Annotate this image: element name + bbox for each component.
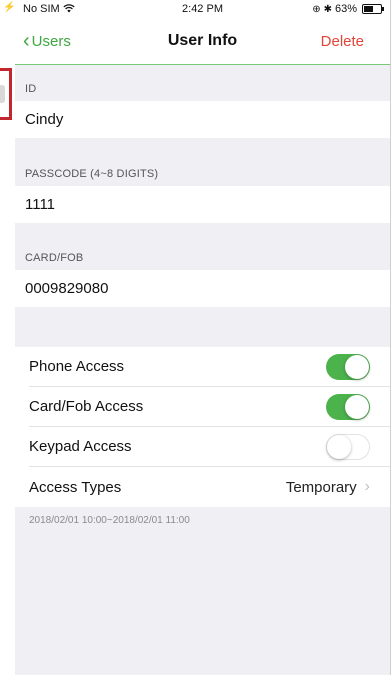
access-list: Phone Access Card/Fob Access Keypad Acce… [15,347,390,507]
card-input[interactable] [25,280,380,297]
battery-icon [362,4,384,14]
access-types-row[interactable]: Access Types Temporary › [29,467,390,507]
phone-access-toggle[interactable] [326,353,370,380]
bluetooth-icon: ✱ [323,3,332,15]
access-types-label: Access Types [29,478,122,496]
id-section-header: ID [25,83,37,95]
toggle-knob [345,354,369,379]
phone-screen: No SIM 2:42 PM ⊕ ✱ 63% ‹ Users User Info… [15,0,391,675]
keypad-access-label: Keypad Access [29,438,132,455]
status-bar: No SIM 2:42 PM ⊕ ✱ 63% [15,0,390,20]
battery-fill [364,6,374,12]
card-access-toggle[interactable] [326,393,370,420]
card-access-label: Card/Fob Access [29,398,144,415]
highlight-marker [0,68,12,120]
battery-percent: 63% [334,3,357,15]
toggle-knob [327,434,351,459]
passcode-section-header: PASSCODE (4~8 DIGITS) [25,168,159,180]
id-field[interactable] [15,101,390,138]
access-date-range: 2018/02/01 10:00~2018/02/01 11:00 [29,515,190,526]
keypad-access-toggle[interactable] [326,433,370,460]
passcode-field[interactable] [15,186,390,223]
keypad-access-row: Keypad Access [29,427,390,467]
location-icon: ⊕ [312,3,321,15]
charging-bolt-icon: ⚡ [3,2,16,13]
adjacent-handle [0,85,5,103]
status-right: ⊕ ✱ 63% [312,3,384,15]
phone-access-row: Phone Access [29,347,390,387]
phone-access-label: Phone Access [29,358,125,375]
navigation-bar: ‹ Users User Info Delete [15,20,390,65]
chevron-right-icon: › [364,478,370,495]
passcode-input[interactable] [25,196,380,213]
adjacent-screen-edge: ⚡ [0,0,16,675]
card-access-row: Card/Fob Access [29,387,390,427]
card-field[interactable] [15,270,390,307]
toggle-knob [345,394,369,419]
id-input[interactable] [25,111,380,128]
card-section-header: CARD/FOB [25,252,84,264]
access-types-value: Temporary [285,478,357,496]
delete-button[interactable]: Delete [321,33,364,50]
